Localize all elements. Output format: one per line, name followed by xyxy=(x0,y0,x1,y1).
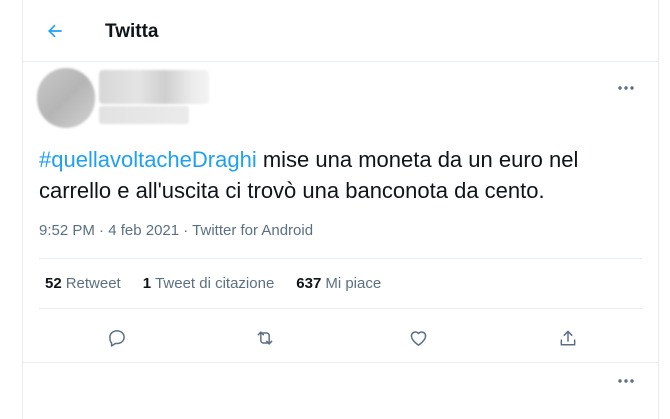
quotes-stat[interactable]: 1 Tweet di citazione xyxy=(143,275,275,292)
quotes-label: Tweet di citazione xyxy=(155,275,275,292)
retweets-label: Retweet xyxy=(65,275,121,292)
divider xyxy=(39,258,642,259)
tweet-source-link[interactable]: Twitter for Android xyxy=(192,222,313,239)
tweet-page: Twitta #quellavoltacheDraghi mise una mo… xyxy=(0,0,670,419)
divider xyxy=(23,362,658,363)
tweet-timestamp[interactable]: 9:52 PM · 4 feb 2021 · xyxy=(39,222,192,239)
quotes-count: 1 xyxy=(142,275,152,292)
tweet-author[interactable] xyxy=(37,68,209,128)
tweet-more-button[interactable] xyxy=(614,82,638,94)
likes-count: 637 xyxy=(296,275,322,292)
tweet-text: #quellavoltacheDraghi mise una moneta da… xyxy=(39,144,639,206)
tweet-meta: 9:52 PM · 4 feb 2021 · Twitter for Andro… xyxy=(39,222,313,239)
back-button[interactable] xyxy=(43,19,67,43)
like-button[interactable] xyxy=(403,323,433,353)
avatar[interactable] xyxy=(37,68,95,128)
more-horizontal-icon xyxy=(618,86,634,90)
retweets-stat[interactable]: 52 Retweet xyxy=(45,275,121,292)
arrow-left-icon xyxy=(48,24,62,38)
retweets-count: 52 xyxy=(45,275,62,292)
reply-icon xyxy=(109,330,125,347)
tweet-stats: 52 Retweet 1 Tweet di citazione 637 Mi piac… xyxy=(45,275,381,292)
hashtag-link[interactable]: #quellavoltacheDraghi xyxy=(39,147,257,172)
reply-button[interactable] xyxy=(102,323,132,353)
next-tweet-more-button[interactable] xyxy=(614,375,638,387)
share-icon xyxy=(560,330,576,345)
likes-label: Mi piace xyxy=(325,275,382,292)
author-name-redacted[interactable] xyxy=(99,70,209,104)
author-handle-redacted[interactable] xyxy=(99,106,189,124)
page-title: Twitta xyxy=(105,21,159,42)
share-button[interactable] xyxy=(553,323,583,353)
retweet-button[interactable] xyxy=(250,323,280,353)
retweet-icon xyxy=(257,331,273,345)
heart-icon xyxy=(410,331,426,346)
page-header: Twitta xyxy=(23,0,658,62)
more-horizontal-icon xyxy=(618,379,634,383)
divider xyxy=(39,308,642,309)
likes-stat[interactable]: 637 Mi piace xyxy=(296,275,381,292)
tweet-actions xyxy=(23,323,658,353)
main-column: Twitta #quellavoltacheDraghi mise una mo… xyxy=(22,0,659,419)
